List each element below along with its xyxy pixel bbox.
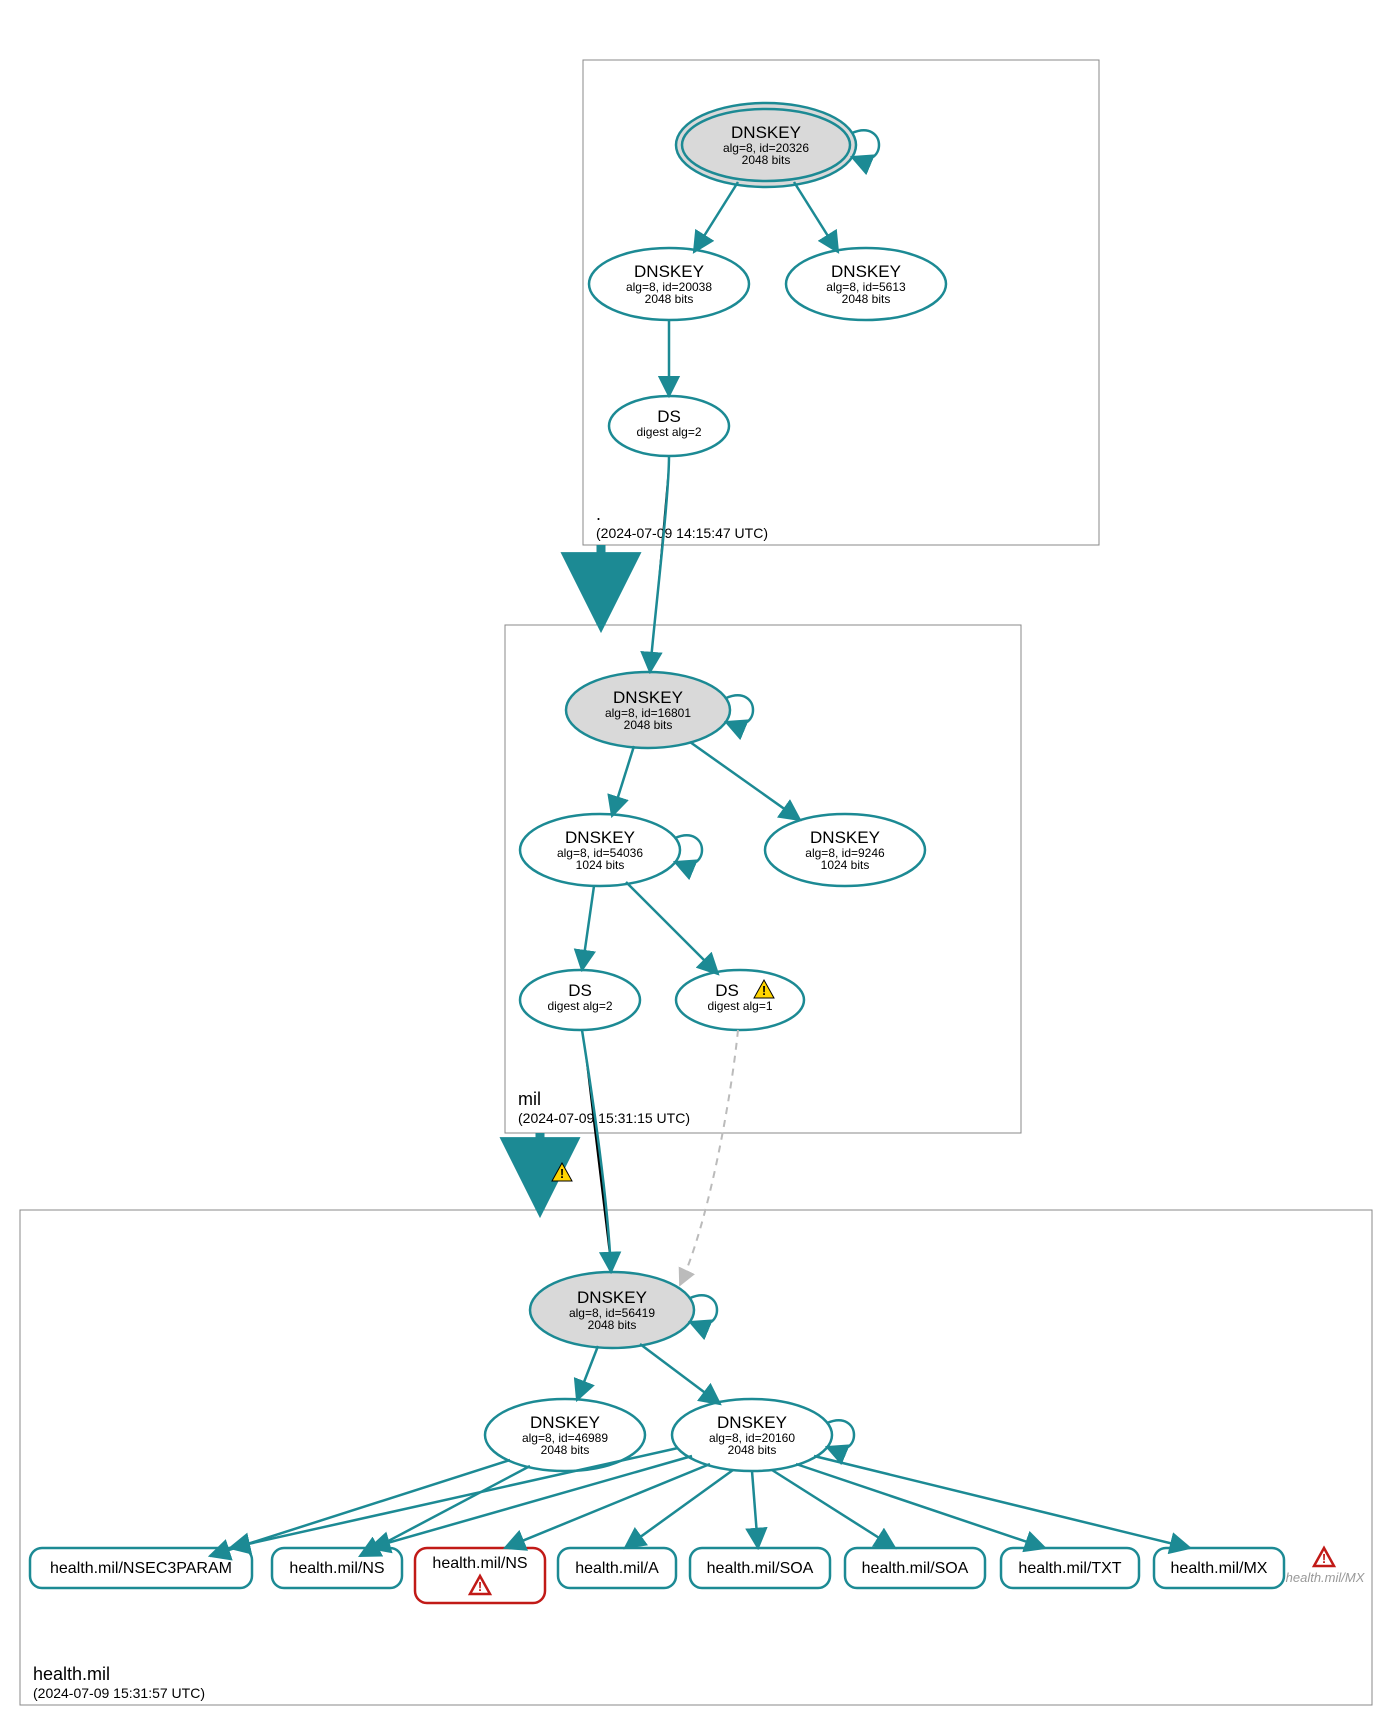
dnssec-diagram: . (2024-07-09 14:15:47 UTC) mil (2024-07… [0,0,1396,1720]
root-dnskey-zsk2[interactable]: DNSKEY alg=8, id=5613 2048 bits [786,248,946,320]
mil-zsk2-bits: 1024 bits [821,858,870,872]
edge [582,1030,611,1272]
edge-dashed [680,1030,738,1285]
root-zsk1-title: DNSKEY [634,262,704,281]
root-dnskey-zsk1[interactable]: DNSKEY alg=8, id=20038 2048 bits [589,248,749,320]
edge [577,1346,598,1400]
rr-mx-2-missing[interactable]: ! health.mil/MX [1286,1548,1366,1585]
rr-ns-1[interactable]: health.mil/NS [272,1548,402,1588]
mil-zsk1-title: DNSKEY [565,828,635,847]
mil-dnskey-ksk[interactable]: DNSKEY alg=8, id=16801 2048 bits [566,672,730,748]
error-icon: ! [1314,1548,1334,1566]
root-dnskey-ksk[interactable]: DNSKEY alg=8, id=20326 2048 bits [676,103,856,187]
root-ksk-title: DNSKEY [731,123,801,142]
zone-health-timestamp: (2024-07-09 15:31:57 UTC) [33,1685,205,1701]
mil-ksk-title: DNSKEY [613,688,683,707]
health-zsk1-bits: 2048 bits [541,1443,590,1457]
edge [752,1471,758,1548]
svg-text:!: ! [1322,1551,1326,1566]
rr-mx-1[interactable]: health.mil/MX [1154,1548,1284,1588]
edge [772,1470,895,1548]
zone-root-timestamp: (2024-07-09 14:15:47 UTC) [596,525,768,541]
mil-zsk2-title: DNSKEY [810,828,880,847]
mil-ds2-title: DS [715,981,739,1000]
root-ksk-bits: 2048 bits [742,153,791,167]
warning-icon: ! [552,1163,572,1181]
svg-text:!: ! [478,1579,482,1594]
mil-ds2-detail: digest alg=1 [707,999,772,1013]
edge [690,742,800,820]
root-zsk1-bits: 2048 bits [645,292,694,306]
zone-mil-timestamp: (2024-07-09 15:31:15 UTC) [518,1110,690,1126]
health-ksk-bits: 2048 bits [588,1318,637,1332]
svg-text:!: ! [560,1166,564,1181]
rr-label: health.mil/NS [432,1555,527,1572]
rr-label: health.mil/NS [289,1560,384,1577]
edge [694,182,738,252]
zone-mil-label: mil [518,1089,541,1109]
mil-ds1[interactable]: DS digest alg=2 [520,970,640,1030]
root-ds[interactable]: DS digest alg=2 [609,396,729,456]
rr-label: health.mil/SOA [862,1560,969,1577]
health-zsk2-bits: 2048 bits [728,1443,777,1457]
zone-health-label: health.mil [33,1664,110,1684]
rr-soa-1[interactable]: health.mil/SOA [690,1548,830,1588]
edge [230,1448,678,1548]
svg-text:!: ! [762,983,766,998]
edge [505,1464,710,1548]
edge [796,1464,1045,1548]
health-ksk-title: DNSKEY [577,1288,647,1307]
mil-ds1-detail: digest alg=2 [547,999,612,1013]
health-dnskey-ksk[interactable]: DNSKEY alg=8, id=56419 2048 bits [530,1272,694,1348]
rr-label: health.mil/A [575,1560,659,1577]
zone-root-label: . [596,504,601,524]
edge [210,1460,510,1556]
rr-label: health.mil/MX [1286,1570,1366,1585]
mil-dnskey-zsk1[interactable]: DNSKEY alg=8, id=54036 1024 bits [520,814,680,886]
rr-label: health.mil/SOA [707,1560,814,1577]
mil-ds2[interactable]: DS digest alg=1 ! [676,970,804,1030]
edge [625,1470,733,1548]
edge [612,746,634,816]
rr-label: health.mil/TXT [1018,1560,1121,1577]
rr-a[interactable]: health.mil/A [558,1548,676,1588]
mil-dnskey-zsk2[interactable]: DNSKEY alg=8, id=9246 1024 bits [765,814,925,886]
rr-txt[interactable]: health.mil/TXT [1001,1548,1139,1588]
mil-ksk-bits: 2048 bits [624,718,673,732]
root-zsk2-title: DNSKEY [831,262,901,281]
rr-label: health.mil/MX [1171,1560,1268,1577]
rr-soa-2[interactable]: health.mil/SOA [845,1548,985,1588]
root-ds-title: DS [657,407,681,426]
edge [640,1344,720,1404]
edge [626,882,718,974]
edge [650,456,669,672]
edge [794,182,838,252]
rr-ns-2-error[interactable]: health.mil/NS ! [415,1548,545,1603]
mil-ds1-title: DS [568,981,592,1000]
health-dnskey-zsk2[interactable]: DNSKEY alg=8, id=20160 2048 bits [672,1399,832,1471]
root-zsk2-bits: 2048 bits [842,292,891,306]
mil-zsk1-bits: 1024 bits [576,858,625,872]
edge [582,886,594,970]
root-ds-detail: digest alg=2 [636,425,701,439]
health-zsk1-title: DNSKEY [530,1413,600,1432]
rr-label: health.mil/NSEC3PARAM [50,1560,232,1577]
health-zsk2-title: DNSKEY [717,1413,787,1432]
